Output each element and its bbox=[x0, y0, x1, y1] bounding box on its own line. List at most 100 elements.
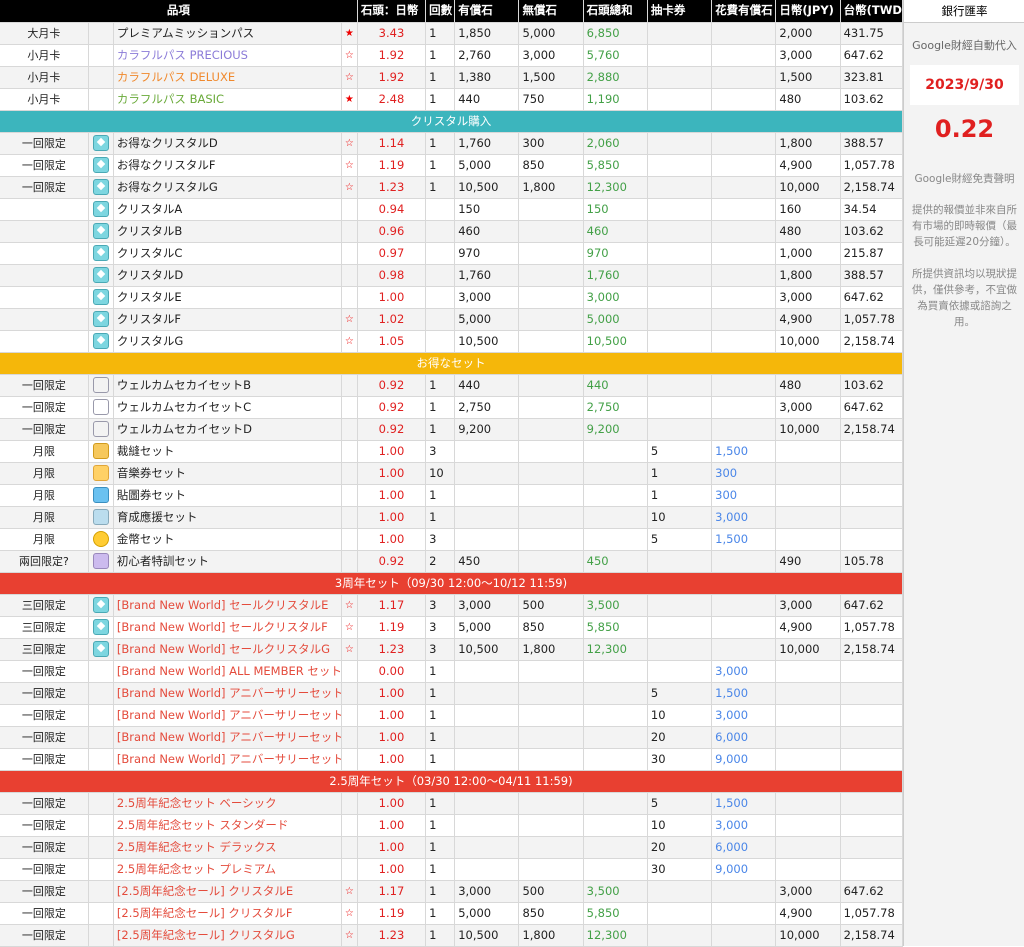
row-cost bbox=[711, 616, 777, 639]
row-icon-cell bbox=[88, 132, 114, 155]
row-cost: 6,000 bbox=[711, 836, 777, 859]
row-count: 1 bbox=[425, 880, 456, 903]
disclaimer-text-2: 所提供資訊均以現狀提供，僅供參考，不宜做為買賣依據或諮詢之用。 bbox=[912, 268, 1017, 328]
row-name: [Brand New World] アニバーサリーセット bbox=[113, 704, 342, 727]
row-twd bbox=[840, 792, 904, 815]
row-jpy bbox=[775, 484, 841, 507]
row-total: 5,760 bbox=[583, 44, 648, 67]
section-title: 2.5周年セット（03/30 12:00～04/11 11:59) bbox=[0, 770, 903, 793]
row-star bbox=[341, 462, 358, 485]
ticket-icon bbox=[92, 487, 109, 503]
row-ratio: 1.23 bbox=[357, 176, 427, 199]
row-name: 2.5周年紀念セット デラックス bbox=[113, 836, 342, 859]
row-free bbox=[518, 264, 584, 287]
row-twd: 34.54 bbox=[840, 198, 904, 221]
row-jpy: 4,900 bbox=[775, 308, 841, 331]
row-star: ☆ bbox=[341, 902, 358, 925]
section-title: お得なセット bbox=[0, 352, 903, 375]
row-count: 1 bbox=[425, 66, 456, 89]
row-free: 5,000 bbox=[518, 22, 584, 45]
row-gacha: 5 bbox=[647, 792, 713, 815]
row-jpy bbox=[775, 660, 841, 683]
row-jpy: 10,000 bbox=[775, 638, 841, 661]
row-free bbox=[518, 726, 584, 749]
row-twd: 103.62 bbox=[840, 220, 904, 243]
row-paid bbox=[454, 506, 520, 529]
table-row: クリスタルE 1.00 3,000 3,000 3,000 647.62 bbox=[0, 286, 904, 309]
table-row: 月限 金幣セット 1.00 3 5 1,500 bbox=[0, 528, 904, 551]
row-cost: 1,500 bbox=[711, 792, 777, 815]
row-ratio: 1.23 bbox=[357, 638, 427, 661]
header-twd: 台幣(TWD) bbox=[840, 0, 904, 23]
row-free bbox=[518, 330, 584, 353]
row-count: 1 bbox=[425, 374, 456, 397]
row-star bbox=[341, 264, 358, 287]
row-paid bbox=[454, 484, 520, 507]
row-count: 1 bbox=[425, 704, 456, 727]
row-cost bbox=[711, 880, 777, 903]
row-ratio: 1.00 bbox=[357, 792, 427, 815]
row-count bbox=[425, 286, 456, 309]
row-free bbox=[518, 528, 584, 551]
row-twd: 647.62 bbox=[840, 396, 904, 419]
table-row: 一回限定 お得なクリスタルD ☆ 1.14 1 1,760 300 2,060 1,800 388… bbox=[0, 132, 904, 155]
row-jpy: 4,900 bbox=[775, 902, 841, 925]
row-count: 1 bbox=[425, 814, 456, 837]
row-count: 1 bbox=[425, 418, 456, 441]
header-item: 品項 bbox=[0, 0, 358, 23]
row-twd: 388.57 bbox=[840, 132, 904, 155]
row-icon-cell bbox=[88, 814, 114, 837]
row-type: 一回限定 bbox=[0, 154, 89, 177]
section-header-set: お得なセット bbox=[0, 352, 903, 375]
row-twd bbox=[840, 484, 904, 507]
row-name: 2.5周年紀念セット ベーシック bbox=[113, 792, 342, 815]
row-twd: 105.78 bbox=[840, 550, 904, 573]
row-total: 5,850 bbox=[583, 902, 648, 925]
row-cost bbox=[711, 308, 777, 331]
row-icon-cell bbox=[88, 22, 114, 45]
row-count bbox=[425, 220, 456, 243]
row-ratio: 1.00 bbox=[357, 836, 427, 859]
row-gacha bbox=[647, 638, 713, 661]
crystal-icon bbox=[92, 597, 109, 613]
row-name: ウェルカムセカイセットB bbox=[113, 374, 342, 397]
row-jpy: 480 bbox=[775, 374, 841, 397]
row-jpy bbox=[775, 440, 841, 463]
row-count bbox=[425, 242, 456, 265]
row-free bbox=[518, 814, 584, 837]
row-total bbox=[583, 858, 648, 881]
row-name: [2.5周年紀念セール] クリスタルG bbox=[113, 924, 342, 947]
row-total: 10,500 bbox=[583, 330, 648, 353]
row-paid bbox=[454, 836, 520, 859]
row-ratio: 0.92 bbox=[357, 396, 427, 419]
row-cost bbox=[711, 902, 777, 925]
row-ratio: 1.14 bbox=[357, 132, 427, 155]
row-name: プレミアムミッションパス bbox=[113, 22, 342, 45]
rate-source: Google財經自動代入 bbox=[912, 39, 1017, 52]
table-row: クリスタルD 0.98 1,760 1,760 1,800 388.57 bbox=[0, 264, 904, 287]
row-free: 1,500 bbox=[518, 66, 584, 89]
row-free: 500 bbox=[518, 880, 584, 903]
row-type: 一回限定 bbox=[0, 176, 89, 199]
row-twd bbox=[840, 858, 904, 881]
row-count: 1 bbox=[425, 154, 456, 177]
row-jpy: 3,000 bbox=[775, 594, 841, 617]
row-free bbox=[518, 836, 584, 859]
row-star bbox=[341, 814, 358, 837]
row-jpy bbox=[775, 814, 841, 837]
row-free bbox=[518, 396, 584, 419]
row-star: ☆ bbox=[341, 154, 358, 177]
row-icon-cell bbox=[88, 330, 114, 353]
row-type: 月限 bbox=[0, 440, 89, 463]
row-paid: 10,500 bbox=[454, 638, 520, 661]
row-gacha bbox=[647, 154, 713, 177]
price-table: 品項 石頭：日幣 回數 有償石 無償石 石頭總和 抽卡券 花費有償石 日幣(JP… bbox=[0, 0, 904, 947]
row-icon-cell bbox=[88, 748, 114, 771]
header-total: 石頭總和 bbox=[583, 0, 648, 23]
row-name: [2.5周年紀念セール] クリスタルE bbox=[113, 880, 342, 903]
row-icon-cell bbox=[88, 880, 114, 903]
row-star: ☆ bbox=[341, 924, 358, 947]
row-paid: 1,760 bbox=[454, 132, 520, 155]
row-paid bbox=[454, 792, 520, 815]
row-cost bbox=[711, 242, 777, 265]
